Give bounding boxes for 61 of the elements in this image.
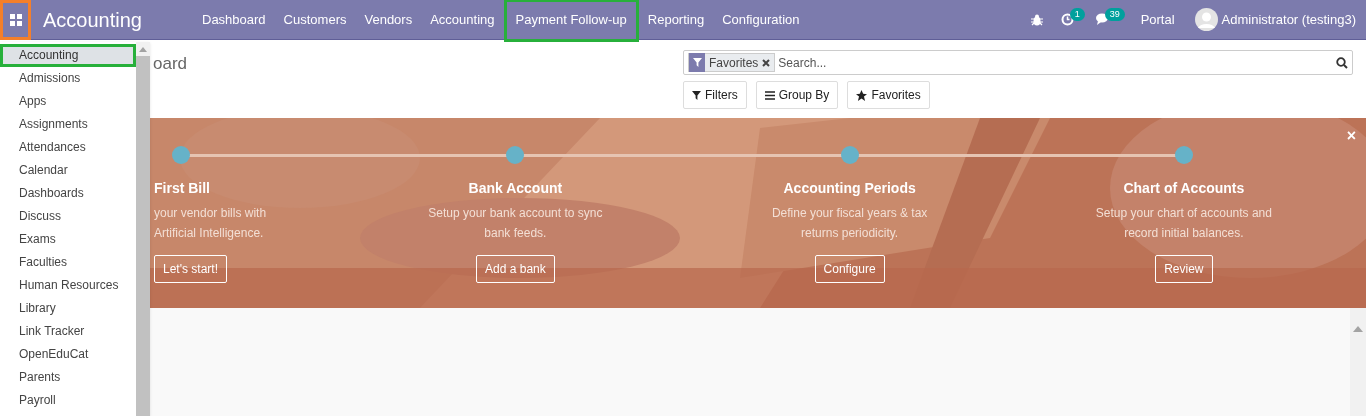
step-button[interactable]: Add a bank [476, 255, 555, 283]
activity-count-badge: 1 [1069, 8, 1085, 21]
user-menu-link[interactable]: Administrator (testing3) [1221, 9, 1356, 30]
app-menu-item[interactable]: Dashboards [0, 182, 136, 205]
search-option-button[interactable]: Favorites [847, 81, 930, 109]
step-title: Accounting Periods [783, 179, 916, 198]
step-button[interactable]: Configure [814, 255, 885, 283]
app-menu-item[interactable]: Calendar [0, 159, 136, 182]
menu-item[interactable]: Customers [274, 0, 356, 40]
app-title: Accounting [43, 7, 143, 33]
app-menu-item[interactable]: Link Tracker [0, 320, 136, 343]
facet-label: Favorites [709, 54, 759, 72]
menu-item[interactable]: Configuration [713, 0, 809, 40]
scrollbar[interactable] [1350, 308, 1366, 416]
search-field[interactable]: Favorites Search... [683, 50, 1353, 75]
clock-icon[interactable] [1060, 13, 1074, 26]
app-menu-item[interactable]: Admissions [0, 67, 136, 90]
apps-menu-button[interactable] [0, 0, 31, 40]
close-icon[interactable] [762, 58, 771, 67]
breadcrumb-title: oard [153, 54, 188, 73]
app-menu-item[interactable]: Attendances [0, 136, 136, 159]
scroll-up-icon[interactable] [139, 46, 147, 52]
step-button[interactable]: Let's start! [154, 255, 227, 283]
app-menu-item[interactable]: Parents [0, 366, 136, 389]
grid-icon [9, 13, 22, 26]
app-menu-item[interactable]: Apps [0, 90, 136, 113]
app-menu-item[interactable]: Discuss [0, 205, 136, 228]
search-icon[interactable] [1336, 56, 1348, 69]
app-menu-item[interactable]: Human Resources [0, 274, 136, 297]
list-icon [764, 90, 775, 100]
app-menu-item[interactable]: Faculties [0, 251, 136, 274]
scroll-up-icon[interactable] [1353, 326, 1363, 332]
app-menu-item[interactable]: Assignments [0, 113, 136, 136]
step-title: First Bill [154, 179, 210, 198]
scrollbar[interactable] [136, 42, 150, 416]
step-description: Setup your chart of accounts and record initial balances. [1094, 205, 1273, 242]
portal-link[interactable]: Portal [1140, 9, 1175, 30]
app-menu-item[interactable]: OpenEduCat [0, 343, 136, 366]
filter-icon [692, 58, 702, 67]
menu-item[interactable]: Vendors [355, 0, 422, 40]
menu-item[interactable]: Reporting [638, 0, 714, 40]
bug-icon[interactable] [1030, 13, 1043, 26]
app-menu-item[interactable]: Payroll [0, 389, 136, 412]
search-option-button[interactable]: Filters [683, 81, 747, 109]
search-option-button[interactable]: Group By [755, 81, 839, 109]
star-icon [856, 89, 868, 101]
message-count-badge: 39 [1104, 8, 1125, 21]
menu-item[interactable]: Dashboard [193, 0, 275, 40]
filter-icon [692, 90, 701, 100]
avatar-icon[interactable] [1194, 8, 1218, 31]
step-title: Bank Account [468, 179, 563, 198]
menu-item[interactable]: Accounting [421, 0, 504, 40]
filter-facet[interactable]: Favorites [688, 53, 776, 72]
app-menu-item[interactable]: Accounting [0, 44, 136, 67]
app-menu-item[interactable]: Exams [0, 228, 136, 251]
step-description: your vendor bills with Artificial Intelligence. [154, 205, 268, 242]
app-menu-item[interactable]: Library [0, 297, 136, 320]
step-button[interactable]: Review [1155, 255, 1213, 283]
step-description: Define your fiscal years & tax returns periodicity. [770, 205, 929, 242]
step-description: Setup your bank account to sync bank feeds. [427, 205, 604, 242]
step-title: Chart of Accounts [1123, 179, 1245, 198]
